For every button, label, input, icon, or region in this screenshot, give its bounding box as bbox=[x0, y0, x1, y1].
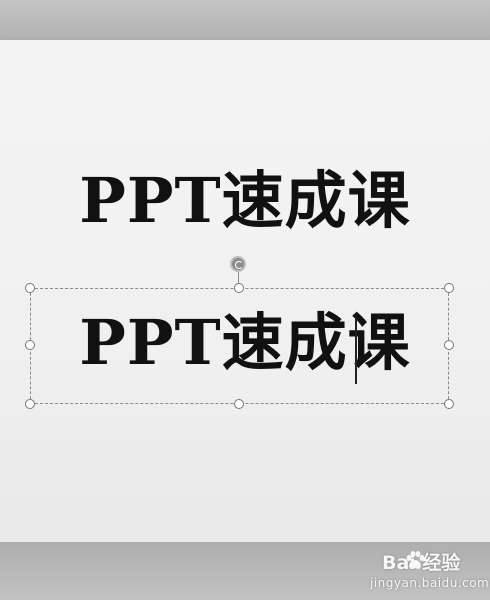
baidu-paw-icon bbox=[406, 551, 425, 569]
selected-text-box-content[interactable]: PPT速成课 bbox=[0, 312, 490, 374]
text-caret bbox=[355, 318, 357, 384]
baidu-jingyan-watermark: Bai 经验 jingyan.baidu.com bbox=[370, 546, 489, 596]
resize-handle-bottom-right[interactable] bbox=[444, 399, 454, 409]
resize-handle-top-center[interactable] bbox=[234, 283, 244, 293]
slide-title-text[interactable]: PPT速成课 bbox=[0, 170, 490, 232]
resize-handle-bottom-center[interactable] bbox=[234, 399, 244, 409]
rotate-icon[interactable] bbox=[230, 256, 246, 272]
watermark-url: jingyan.baidu.com bbox=[370, 576, 490, 590]
resize-handle-top-right[interactable] bbox=[444, 283, 454, 293]
resize-handle-bottom-left[interactable] bbox=[25, 399, 35, 409]
screen-top-band bbox=[0, 0, 490, 40]
resize-handle-top-left[interactable] bbox=[25, 283, 35, 293]
